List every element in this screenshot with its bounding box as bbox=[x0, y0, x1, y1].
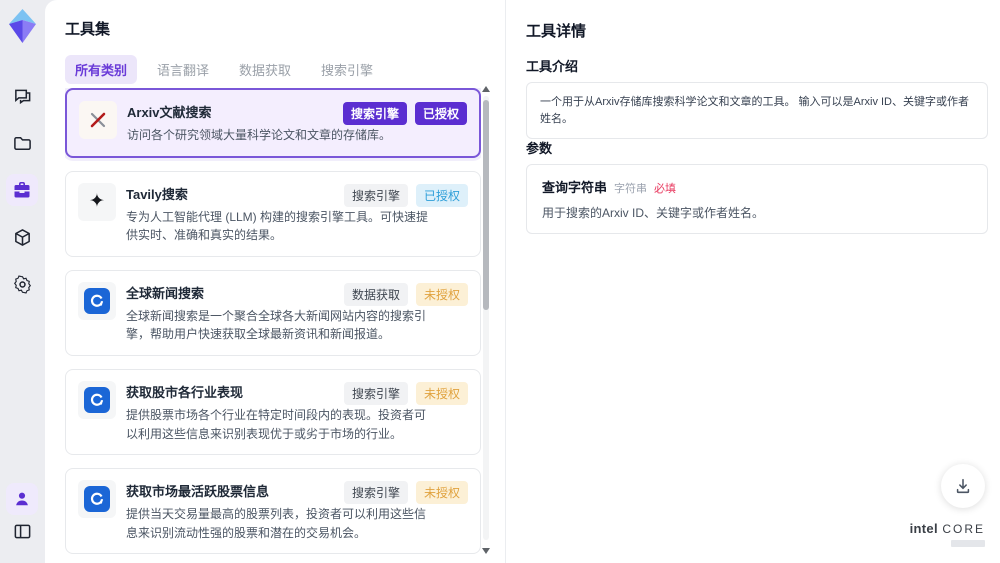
panel-toggle-icon[interactable] bbox=[6, 515, 38, 547]
status-badge: 已授权 bbox=[414, 102, 467, 125]
tool-card-sector-performance[interactable]: 获取股市各行业表现 提供股票市场各个行业在特定时间段内的表现。投资者可以利用这些… bbox=[65, 368, 481, 456]
params-heading: 参数 bbox=[526, 141, 553, 156]
arxiv-logo-icon bbox=[79, 101, 117, 139]
tool-tags: 数据获取 未授权 bbox=[343, 282, 468, 306]
download-icon bbox=[956, 478, 970, 494]
tool-tags: 搜索引擎 已授权 bbox=[343, 183, 468, 207]
parameter-name: 查询字符串 bbox=[542, 180, 608, 195]
category-badge: 搜索引擎 bbox=[343, 183, 408, 207]
parameter-item: 查询字符串 字符串 必填 用于搜索的Arxiv ID、关键字或作者姓名。 bbox=[526, 164, 988, 234]
content-surface: 工具集 所有类别 语言翻译 数据获取 搜索引擎 Arxiv文献搜索 访问各个研究… bbox=[45, 0, 1000, 563]
tab-language-translation[interactable]: 语言翻译 bbox=[147, 55, 219, 84]
user-avatar-icon[interactable] bbox=[6, 483, 38, 515]
tavily-star-icon: ✦ bbox=[78, 182, 116, 221]
status-badge: 已授权 bbox=[415, 183, 468, 207]
status-badge: 未授权 bbox=[415, 481, 468, 505]
scroll-up-arrow-icon[interactable] bbox=[482, 86, 490, 92]
list-scrollbar[interactable] bbox=[482, 86, 490, 554]
tool-tags: 搜索引擎 未授权 bbox=[343, 481, 468, 505]
tool-description: 提供股票市场各个行业在特定时间段内的表现。投资者可以利用这些信息来识别表现优于或… bbox=[126, 407, 427, 441]
parameter-description: 用于搜索的Arxiv ID、关键字或作者姓名。 bbox=[542, 206, 765, 220]
category-badge: 搜索引擎 bbox=[342, 102, 407, 125]
detail-pane-title: 工具详情 bbox=[526, 23, 587, 40]
tool-list-pane: 工具集 所有类别 语言翻译 数据获取 搜索引擎 Arxiv文献搜索 访问各个研究… bbox=[45, 0, 505, 563]
app-logo-icon bbox=[9, 9, 36, 43]
category-badge: 数据获取 bbox=[343, 282, 408, 306]
scrollbar-thumb[interactable] bbox=[483, 100, 489, 310]
intel-core-logo: intel CORE bbox=[910, 520, 985, 547]
scroll-down-arrow-icon[interactable] bbox=[482, 548, 490, 554]
tool-description: 专为人工智能代理 (LLM) 构建的搜索引擎工具。可快速提供实时、准确和真实的结… bbox=[126, 209, 429, 243]
category-badge: 搜索引擎 bbox=[343, 481, 408, 505]
tab-all-categories[interactable]: 所有类别 bbox=[65, 55, 138, 84]
tab-data-acquisition[interactable]: 数据获取 bbox=[229, 55, 301, 84]
tool-card-tavily[interactable]: ✦ Tavily搜索 专为人工智能代理 (LLM) 构建的搜索引擎工具。可快速提… bbox=[65, 170, 481, 257]
tab-search-engine[interactable]: 搜索引擎 bbox=[311, 55, 383, 84]
intel-wordmark: intel bbox=[909, 521, 938, 536]
core-wordmark: CORE bbox=[942, 522, 985, 536]
tool-detail-pane: 工具详情 工具介绍 一个用于从Arxiv存储库搜索科学论文和文章的工具。 输入可… bbox=[505, 0, 1000, 563]
parameter-type: 字符串 bbox=[614, 183, 648, 195]
tool-tags: 搜索引擎 未授权 bbox=[343, 381, 468, 405]
status-badge: 未授权 bbox=[415, 282, 468, 306]
parameter-required-badge: 必填 bbox=[654, 183, 677, 195]
news-globe-icon bbox=[78, 281, 116, 320]
tool-card-arxiv[interactable]: Arxiv文献搜索 访问各个研究领域大量科学论文和文章的存储库。 搜索引擎 已授… bbox=[65, 88, 481, 158]
tool-description: 提供当天交易量最高的股票列表，投资者可以利用这些信息来识别流动性强的股票和潜在的… bbox=[126, 507, 427, 540]
chat-icon[interactable] bbox=[6, 80, 38, 112]
ultra-strip bbox=[951, 540, 985, 547]
intro-text-box: 一个用于从Arxiv存储库搜索科学论文和文章的工具。 输入可以是Arxiv ID… bbox=[526, 82, 988, 139]
download-button[interactable] bbox=[941, 464, 985, 508]
toolbox-icon[interactable] bbox=[6, 174, 38, 206]
tool-card-global-news[interactable]: 全球新闻搜索 全球新闻搜索是一个聚合全球各大新闻网站内容的搜索引擎，帮助用户快速… bbox=[65, 269, 481, 356]
tool-description: 全球新闻搜索是一个聚合全球各大新闻网站内容的搜索引擎，帮助用户快速获取全球最新资… bbox=[126, 308, 427, 342]
tool-card-active-stocks[interactable]: 获取市场最活跃股票信息 提供当天交易量最高的股票列表，投资者可以利用这些信息来识… bbox=[65, 468, 481, 555]
parameter-header: 查询字符串 字符串 必填 bbox=[542, 177, 972, 196]
page-title: 工具集 bbox=[65, 21, 111, 38]
category-badge: 搜索引擎 bbox=[343, 381, 408, 405]
sidebar bbox=[0, 0, 45, 563]
status-badge: 未授权 bbox=[415, 381, 468, 405]
category-tabs: 所有类别 语言翻译 数据获取 搜索引擎 bbox=[65, 55, 383, 84]
tool-tags: 搜索引擎 已授权 bbox=[342, 102, 467, 125]
news-globe-icon bbox=[78, 480, 116, 519]
news-globe-icon bbox=[78, 380, 116, 419]
settings-gear-icon[interactable] bbox=[6, 268, 38, 300]
tool-description: 访问各个研究领域大量科学论文和文章的存储库。 bbox=[127, 128, 392, 142]
folder-icon[interactable] bbox=[6, 127, 38, 159]
intro-heading: 工具介绍 bbox=[526, 59, 579, 74]
cube-icon[interactable] bbox=[6, 221, 38, 253]
tool-card-list: Arxiv文献搜索 访问各个研究领域大量科学论文和文章的存储库。 搜索引擎 已授… bbox=[65, 88, 481, 563]
